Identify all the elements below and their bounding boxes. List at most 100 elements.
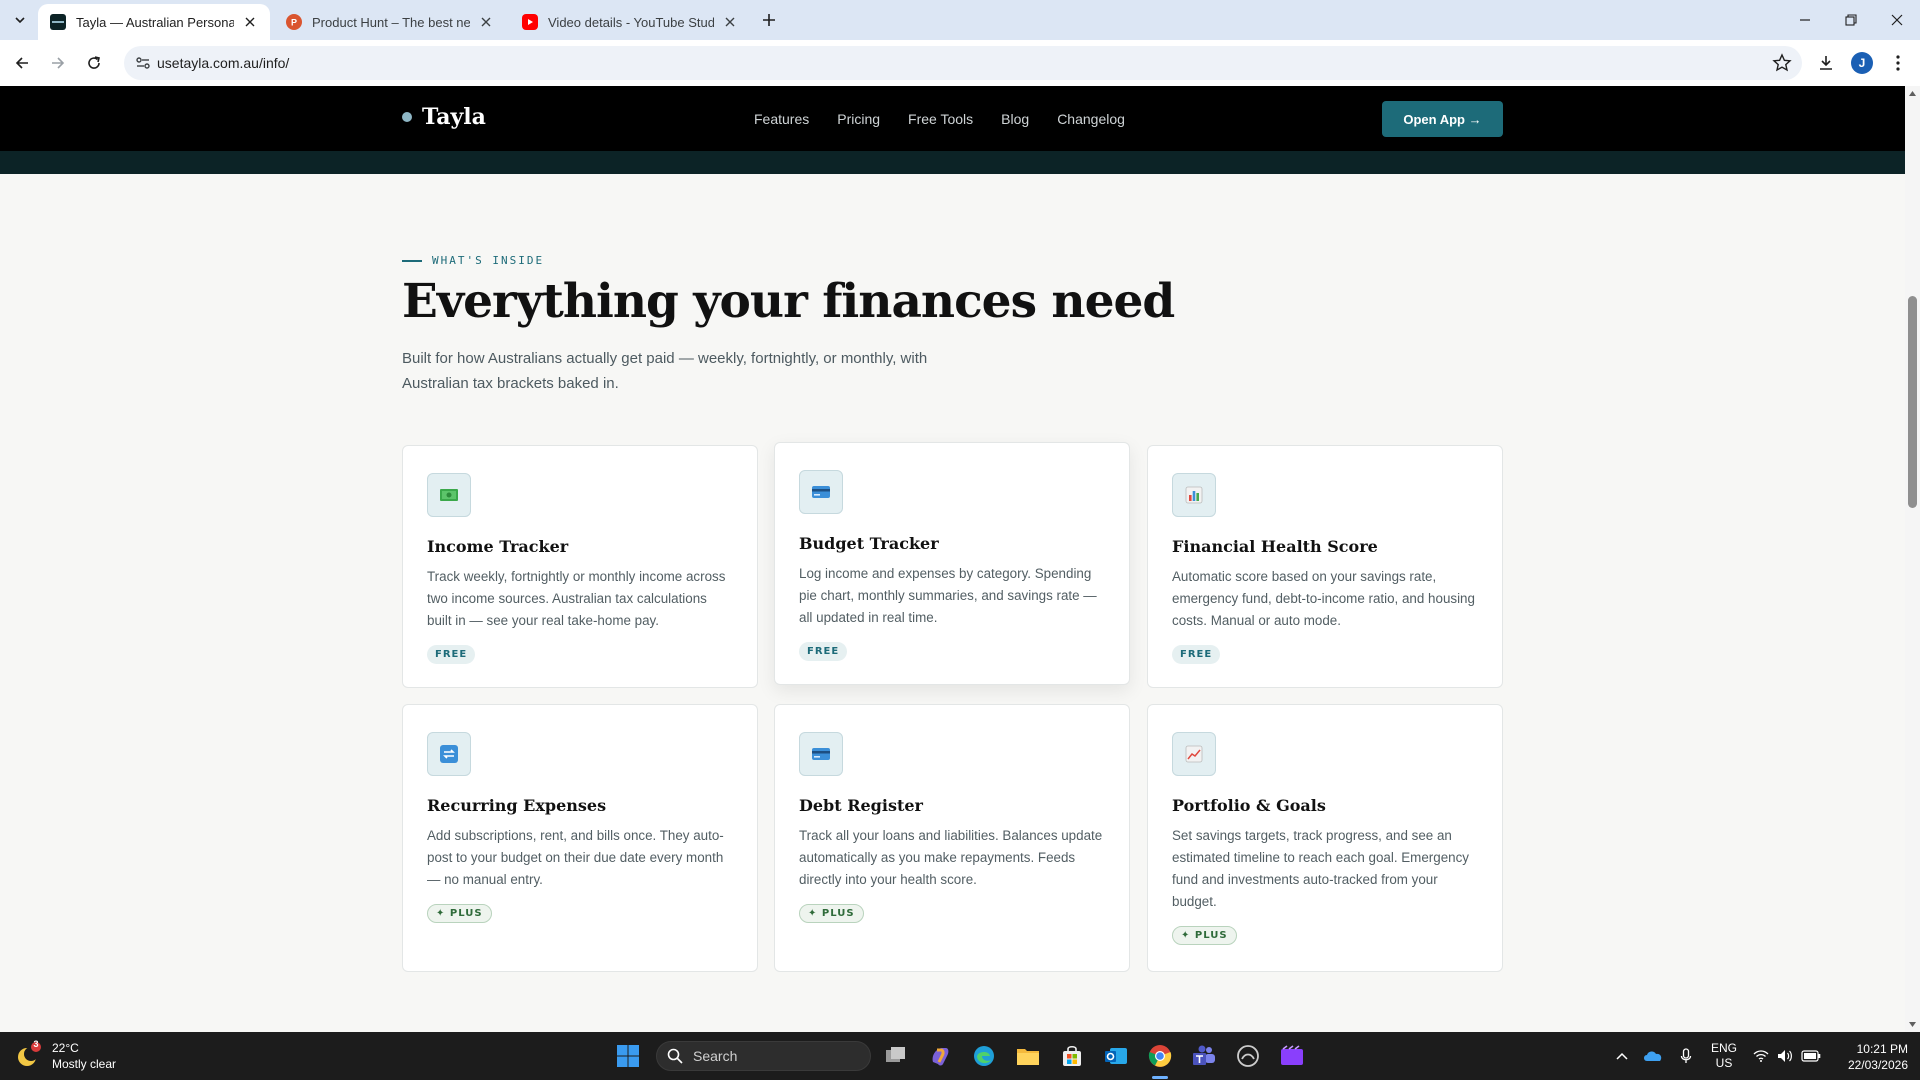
feature-description: Track weekly, fortnightly or monthly inc… (427, 569, 726, 628)
trend-up-icon (1172, 732, 1216, 776)
weather-desc: Mostly clear (52, 1057, 117, 1071)
search-icon (667, 1048, 683, 1064)
profile-avatar[interactable]: J (1848, 49, 1876, 77)
windows-start-icon[interactable] (614, 1042, 642, 1070)
scroll-down-arrow-icon[interactable] (1908, 1020, 1917, 1029)
new-tab-plus-icon[interactable] (757, 8, 781, 32)
feature-description: Log income and expenses by category. Spe… (799, 566, 1097, 625)
tier-badge: FREE (427, 645, 476, 664)
system-clock[interactable]: 10:21 PM 22/03/2026 (1828, 1041, 1908, 1073)
tier-badge: FREE (1172, 645, 1221, 664)
money-icon (427, 473, 471, 517)
address-bar[interactable]: usetayla.com.au/info/ (124, 46, 1802, 80)
header-band (0, 151, 1905, 174)
browser-toolbar: usetayla.com.au/info/ J (0, 40, 1920, 86)
nav-pricing[interactable]: Pricing (837, 111, 880, 127)
feature-title: Recurring Expenses (427, 796, 607, 815)
page-scrollbar[interactable] (1905, 86, 1920, 1032)
tier-badge: FREE (799, 642, 848, 661)
file-explorer-icon[interactable] (1014, 1042, 1042, 1070)
feature-card-portfolio-goals: Portfolio & Goals Set savings targets, t… (1147, 704, 1503, 972)
credit-card-icon (799, 732, 843, 776)
feature-description: Automatic score based on your savings ra… (1172, 569, 1475, 628)
task-view-icon[interactable] (882, 1042, 910, 1070)
nav-blog[interactable]: Blog (1001, 111, 1029, 127)
site-header: Tayla Features Pricing Free Tools Blog C… (0, 86, 1905, 151)
credit-card-icon (799, 470, 843, 514)
close-tab-icon[interactable] (722, 14, 738, 30)
feature-title: Debt Register (799, 796, 923, 815)
feature-card-debt-register: Debt Register Track all your loans and l… (774, 704, 1130, 972)
product-hunt-favicon: P (286, 14, 302, 30)
eyebrow-text: WHAT'S INSIDE (432, 254, 545, 267)
clock-date: 22/03/2026 (1847, 1058, 1908, 1072)
tayla-favicon (50, 14, 66, 30)
outlook-icon[interactable] (1102, 1042, 1130, 1070)
minimize-icon[interactable] (1782, 0, 1828, 40)
open-app-button[interactable]: Open App → (1382, 101, 1503, 137)
nav-free-tools[interactable]: Free Tools (908, 111, 973, 127)
site-logo[interactable]: Tayla (402, 104, 486, 130)
feature-title: Financial Health Score (1172, 537, 1378, 556)
browser-tab-product-hunt[interactable]: P Product Hunt – The best new p (274, 4, 506, 40)
reload-icon[interactable] (80, 49, 108, 77)
chrome-icon[interactable] (1146, 1042, 1174, 1070)
search-placeholder: Search (693, 1048, 738, 1064)
feature-title: Budget Tracker (799, 534, 939, 553)
microphone-icon[interactable] (1674, 1032, 1698, 1080)
back-arrow-icon[interactable] (8, 49, 36, 77)
scroll-thumb[interactable] (1908, 296, 1917, 508)
show-hidden-icons-chevron-icon[interactable] (1610, 1032, 1634, 1080)
copilot-icon[interactable] (926, 1042, 954, 1070)
brand-dot-icon (402, 112, 412, 122)
language-indicator[interactable]: ENG US (1704, 1032, 1744, 1080)
section-title: Everything your finances need (402, 274, 1175, 329)
teams-icon[interactable] (1190, 1042, 1218, 1070)
weather-widget[interactable]: 3 22°C Mostly clear (14, 1039, 117, 1072)
bookmark-star-icon[interactable] (1772, 53, 1792, 73)
volume-icon[interactable] (1774, 1032, 1796, 1080)
clock-time: 10:21 PM (1856, 1042, 1908, 1056)
browser-tab-tayla[interactable]: Tayla — Australian Personal Fin (38, 4, 270, 40)
bar-chart-icon (1172, 473, 1216, 517)
browser-tab-youtube-studio[interactable]: Video details - YouTube Studio (510, 4, 750, 40)
site-settings-icon[interactable] (134, 54, 152, 72)
feature-description: Track all your loans and liabilities. Ba… (799, 828, 1103, 887)
close-window-icon[interactable] (1874, 0, 1920, 40)
tier-badge: ✦ PLUS (799, 904, 864, 923)
wifi-icon[interactable] (1750, 1032, 1772, 1080)
page-viewport: Tayla Features Pricing Free Tools Blog C… (0, 86, 1905, 1032)
windows-taskbar: 3 22°C Mostly clear Search ENG US 10:21 … (0, 1032, 1920, 1080)
microsoft-store-icon[interactable] (1058, 1042, 1086, 1070)
profile-initial: J (1851, 52, 1873, 74)
svg-text:P: P (291, 18, 297, 28)
battery-icon[interactable] (1798, 1032, 1824, 1080)
feature-card-financial-health-score: Financial Health Score Automatic score b… (1147, 445, 1503, 688)
browser-tab-bar: Tayla — Australian Personal Fin P Produc… (0, 0, 1920, 40)
tab-search-chevron-icon[interactable] (8, 8, 32, 32)
brand-name: Tayla (422, 104, 486, 130)
download-icon[interactable] (1812, 49, 1840, 77)
tier-badge: ✦ PLUS (427, 904, 492, 923)
forward-arrow-icon[interactable] (44, 49, 72, 77)
youtube-favicon (522, 14, 538, 30)
close-tab-icon[interactable] (242, 14, 258, 30)
restore-icon[interactable] (1828, 0, 1874, 40)
feature-description: Set savings targets, track progress, and… (1172, 828, 1469, 909)
nav-changelog[interactable]: Changelog (1057, 111, 1125, 127)
feature-card-income-tracker: Income Tracker Track weekly, fortnightly… (402, 445, 758, 688)
weather-badge: 3 (33, 1039, 39, 1049)
taskbar-search[interactable]: Search (656, 1041, 871, 1071)
section-subtitle: Built for how Australians actually get p… (402, 350, 928, 392)
app-ring-icon[interactable] (1234, 1042, 1262, 1070)
scroll-up-arrow-icon[interactable] (1908, 89, 1917, 98)
close-tab-icon[interactable] (478, 14, 494, 30)
chrome-active-indicator (1152, 1076, 1168, 1079)
more-menu-icon[interactable] (1884, 49, 1912, 77)
nav-features[interactable]: Features (754, 111, 809, 127)
clipchamp-icon[interactable] (1278, 1042, 1306, 1070)
feature-title: Portfolio & Goals (1172, 796, 1326, 815)
onedrive-cloud-icon[interactable] (1640, 1032, 1666, 1080)
feature-title: Income Tracker (427, 537, 569, 556)
edge-icon[interactable] (970, 1042, 998, 1070)
